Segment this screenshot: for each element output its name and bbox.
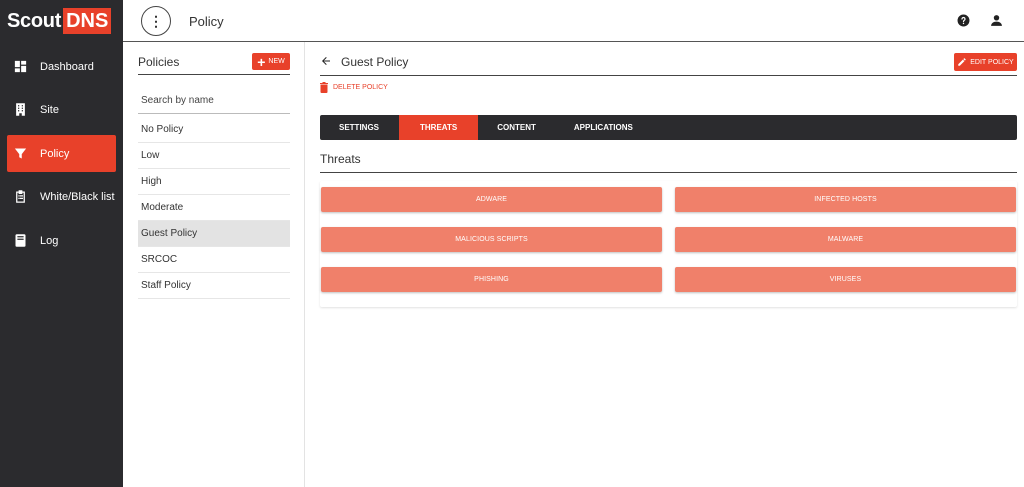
threat-infected-hosts-button[interactable]: INFECTED HOSTS bbox=[675, 187, 1016, 212]
tab-content[interactable]: CONTENT bbox=[478, 115, 555, 140]
tab-threats[interactable]: THREATS bbox=[399, 115, 479, 140]
back-arrow-icon[interactable] bbox=[320, 55, 332, 67]
policies-panel: Policies + NEW No Policy Low High Modera… bbox=[123, 42, 305, 487]
edit-policy-button[interactable]: EDIT POLICY bbox=[954, 53, 1017, 71]
more-vert-button[interactable]: ⋮ bbox=[141, 6, 171, 36]
threat-phishing-button[interactable]: PHISHING bbox=[321, 267, 662, 292]
policy-list-item[interactable]: No Policy bbox=[138, 117, 290, 143]
sidebar: Scout DNS Dashboard Site Policy White/Bl… bbox=[0, 0, 123, 487]
policy-list-item[interactable]: Low bbox=[138, 143, 290, 169]
sidebar-item-label: Policy bbox=[40, 147, 70, 160]
policy-detail-title: Guest Policy bbox=[341, 55, 409, 69]
threat-adware-button[interactable]: ADWARE bbox=[321, 187, 662, 212]
policy-list-item[interactable]: Staff Policy bbox=[138, 273, 290, 299]
sidebar-item-dashboard[interactable]: Dashboard bbox=[7, 48, 116, 85]
tab-settings[interactable]: SETTINGS bbox=[320, 115, 399, 140]
logo-text-scout: Scout bbox=[7, 9, 62, 32]
threat-viruses-button[interactable]: VIRUSES bbox=[675, 267, 1016, 292]
threats-card: ADWARE INFECTED HOSTS MALICIOUS SCRIPTS … bbox=[320, 181, 1017, 307]
new-policy-label: NEW bbox=[268, 58, 285, 65]
page-title: Policy bbox=[189, 14, 224, 29]
delete-policy-label: DELETE POLICY bbox=[333, 84, 388, 91]
pencil-icon bbox=[958, 58, 967, 66]
edit-policy-label: EDIT POLICY bbox=[970, 58, 1014, 66]
policy-list-item[interactable]: High bbox=[138, 169, 290, 195]
user-icon[interactable] bbox=[990, 14, 1003, 27]
sidebar-item-white-black-list[interactable]: White/Black list bbox=[7, 178, 116, 215]
policy-list: No Policy Low High Moderate Guest Policy… bbox=[138, 117, 290, 299]
divider bbox=[320, 75, 1017, 76]
policy-list-item-selected[interactable]: Guest Policy bbox=[138, 221, 290, 247]
policy-tabs: SETTINGS THREATS CONTENT APPLICATIONS bbox=[320, 115, 1017, 140]
filter-icon bbox=[13, 146, 28, 161]
top-bar: ⋮ Policy bbox=[123, 0, 1024, 42]
clipboard-icon bbox=[13, 189, 28, 204]
policy-search-input[interactable] bbox=[138, 88, 290, 114]
sidebar-item-label: White/Black list bbox=[40, 190, 115, 203]
dashboard-icon bbox=[13, 59, 28, 74]
sidebar-item-policy[interactable]: Policy bbox=[7, 135, 116, 172]
plus-icon: + bbox=[257, 53, 266, 70]
divider bbox=[138, 74, 290, 75]
building-icon bbox=[13, 102, 28, 117]
sidebar-item-label: Log bbox=[40, 234, 59, 247]
logo-text-dns: DNS bbox=[63, 8, 112, 34]
help-icon[interactable] bbox=[957, 14, 970, 27]
divider bbox=[320, 172, 1017, 173]
scoutdns-logo[interactable]: Scout DNS bbox=[7, 8, 112, 34]
policies-title: Policies bbox=[138, 55, 180, 69]
trash-icon bbox=[320, 82, 328, 93]
sidebar-item-label: Site bbox=[40, 103, 59, 116]
policy-detail: Guest Policy EDIT POLICY DELETE POLICY S… bbox=[306, 42, 1024, 487]
sidebar-item-site[interactable]: Site bbox=[7, 91, 116, 128]
sidebar-item-label: Dashboard bbox=[40, 60, 94, 73]
new-policy-button[interactable]: + NEW bbox=[252, 53, 290, 70]
policy-list-item[interactable]: SRCOC bbox=[138, 247, 290, 273]
tab-applications[interactable]: APPLICATIONS bbox=[555, 115, 652, 140]
threat-malware-button[interactable]: MALWARE bbox=[675, 227, 1016, 252]
section-title: Threats bbox=[320, 152, 361, 166]
threat-malicious-scripts-button[interactable]: MALICIOUS SCRIPTS bbox=[321, 227, 662, 252]
policy-list-item[interactable]: Moderate bbox=[138, 195, 290, 221]
more-vert-icon: ⋮ bbox=[149, 13, 163, 29]
sidebar-item-log[interactable]: Log bbox=[7, 222, 116, 259]
delete-policy-button[interactable]: DELETE POLICY bbox=[320, 82, 388, 93]
book-icon bbox=[13, 233, 28, 248]
